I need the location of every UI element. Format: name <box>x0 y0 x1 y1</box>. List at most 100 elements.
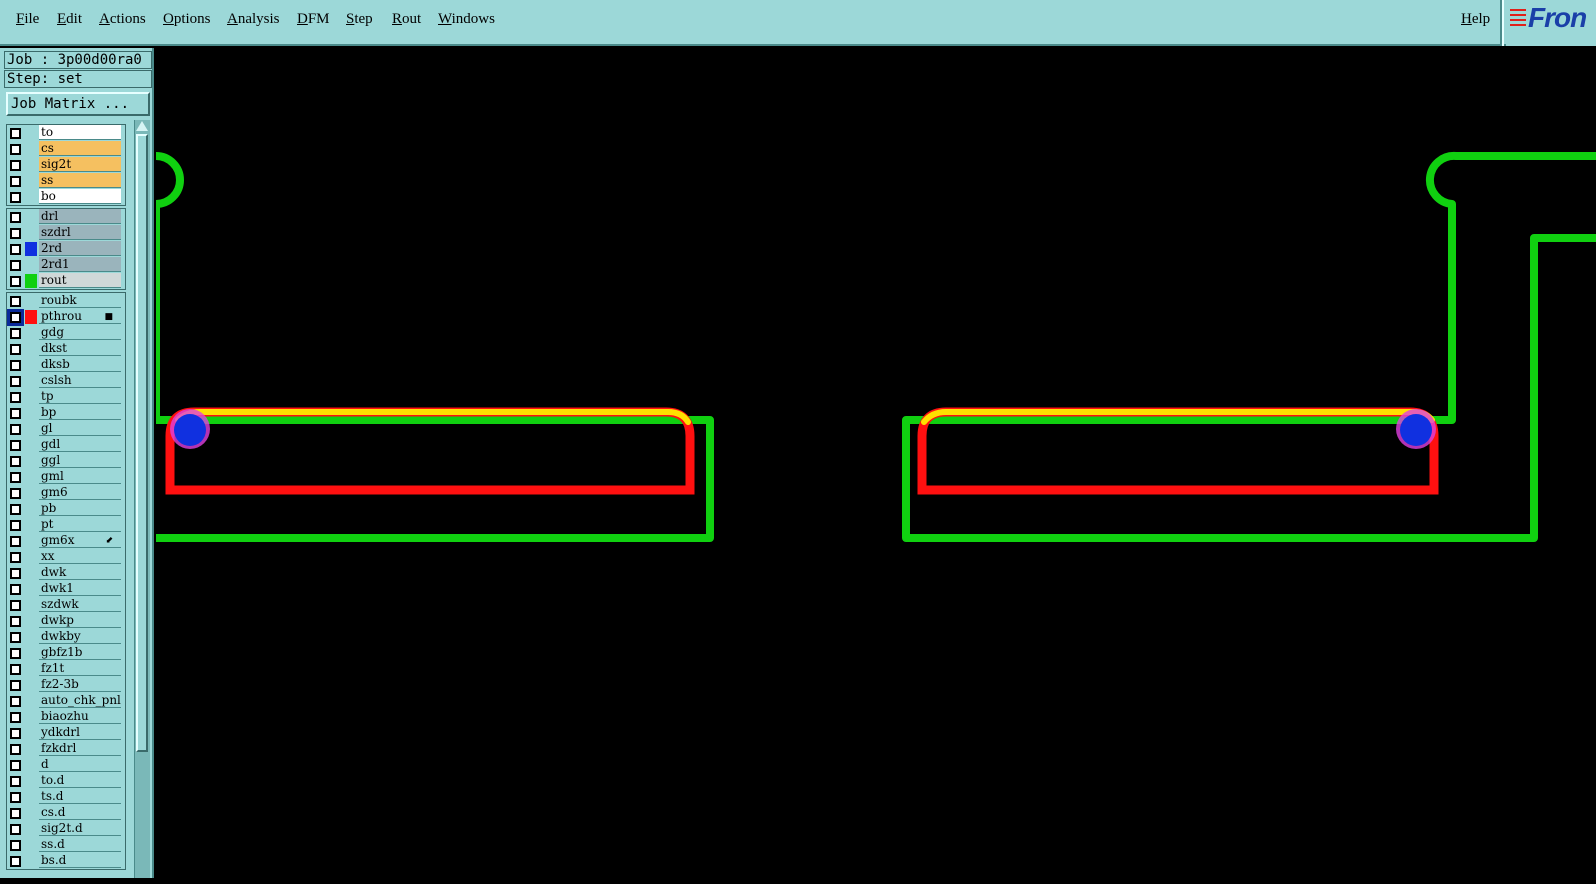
layer-color-swatch[interactable] <box>25 630 37 644</box>
layer-row[interactable]: ss.d <box>6 837 126 853</box>
layer-row[interactable]: fz1t <box>6 661 126 677</box>
layer-name[interactable]: xx <box>39 549 121 564</box>
layer-color-swatch[interactable] <box>25 258 37 272</box>
layer-color-swatch[interactable] <box>25 174 37 188</box>
layer-name[interactable]: d <box>39 757 121 772</box>
layer-checkbox[interactable] <box>10 376 21 387</box>
layer-color-swatch[interactable] <box>25 310 37 324</box>
layer-name[interactable]: ss <box>39 173 121 188</box>
layer-name[interactable]: gdg <box>39 325 121 340</box>
layer-checkbox[interactable] <box>10 212 21 223</box>
layer-name[interactable]: sig2t.d <box>39 821 121 836</box>
layer-checkbox[interactable] <box>10 160 21 171</box>
layer-checkbox[interactable] <box>10 472 21 483</box>
layer-name[interactable]: gml <box>39 469 121 484</box>
layer-color-swatch[interactable] <box>25 598 37 612</box>
layer-color-swatch[interactable] <box>25 342 37 356</box>
layer-name[interactable]: bs.d <box>39 853 121 868</box>
layer-color-swatch[interactable] <box>25 142 37 156</box>
layer-name[interactable]: pb <box>39 501 121 516</box>
layer-row[interactable]: bp <box>6 405 126 421</box>
layer-color-swatch[interactable] <box>25 470 37 484</box>
menu-help[interactable]: Help <box>1461 11 1490 28</box>
layer-checkbox[interactable] <box>10 244 21 255</box>
layer-color-swatch[interactable] <box>25 614 37 628</box>
layer-color-swatch[interactable] <box>25 226 37 240</box>
layer-checkbox[interactable] <box>10 616 21 627</box>
layer-row[interactable]: ss <box>6 173 126 189</box>
layer-checkbox[interactable] <box>10 776 21 787</box>
layer-checkbox[interactable] <box>10 192 21 203</box>
layer-checkbox[interactable] <box>7 309 24 326</box>
layer-color-swatch[interactable] <box>25 454 37 468</box>
layer-checkbox[interactable] <box>10 360 21 371</box>
layer-checkbox[interactable] <box>10 680 21 691</box>
layer-name[interactable]: dwk1 <box>39 581 121 596</box>
layer-name[interactable]: ydkdrl <box>39 725 121 740</box>
layer-row[interactable]: gl <box>6 421 126 437</box>
layer-checkbox[interactable] <box>10 520 21 531</box>
layer-row[interactable]: cslsh <box>6 373 126 389</box>
layer-row[interactable]: dwk1 <box>6 581 126 597</box>
layer-name[interactable]: rout <box>39 273 121 288</box>
layer-name[interactable]: auto_chk_pnl <box>39 693 121 708</box>
layer-checkbox[interactable] <box>10 128 21 139</box>
layer-row[interactable]: sig2t.d <box>6 821 126 837</box>
layer-row[interactable]: gm6 <box>6 485 126 501</box>
layer-row[interactable]: bs.d <box>6 853 126 869</box>
graphics-canvas[interactable] <box>156 48 1596 878</box>
layer-row[interactable]: fz2-3b <box>6 677 126 693</box>
layer-checkbox[interactable] <box>10 260 21 271</box>
layer-name[interactable]: gm6 <box>39 485 121 500</box>
layer-row[interactable]: tp <box>6 389 126 405</box>
layer-checkbox[interactable] <box>10 600 21 611</box>
layer-row[interactable]: pt <box>6 517 126 533</box>
layer-color-swatch[interactable] <box>25 534 37 548</box>
layer-name[interactable]: fzkdrl <box>39 741 121 756</box>
layer-row[interactable]: ts.d <box>6 789 126 805</box>
layer-checkbox[interactable] <box>10 664 21 675</box>
layer-checkbox[interactable] <box>10 632 21 643</box>
layer-name[interactable]: cs.d <box>39 805 121 820</box>
layer-color-swatch[interactable] <box>25 158 37 172</box>
layer-name[interactable]: to <box>39 125 121 140</box>
layer-name[interactable]: szdwk <box>39 597 121 612</box>
layer-color-swatch[interactable] <box>25 518 37 532</box>
layer-checkbox[interactable] <box>10 584 21 595</box>
layer-color-swatch[interactable] <box>25 710 37 724</box>
layer-row[interactable]: d <box>6 757 126 773</box>
layer-name[interactable]: ggl <box>39 453 121 468</box>
layer-checkbox[interactable] <box>10 568 21 579</box>
layer-checkbox[interactable] <box>10 728 21 739</box>
layer-row[interactable]: dwkp <box>6 613 126 629</box>
layer-checkbox[interactable] <box>10 792 21 803</box>
layer-checkbox[interactable] <box>10 392 21 403</box>
layer-name[interactable]: dwk <box>39 565 121 580</box>
layer-row[interactable]: sig2t <box>6 157 126 173</box>
layer-row[interactable]: gdg <box>6 325 126 341</box>
menu-rout[interactable]: Rout <box>392 11 421 28</box>
layer-checkbox[interactable] <box>10 840 21 851</box>
layer-row[interactable]: dwk <box>6 565 126 581</box>
layer-checkbox[interactable] <box>10 424 21 435</box>
scroll-up-arrow-icon[interactable] <box>136 121 148 131</box>
layer-color-swatch[interactable] <box>25 486 37 500</box>
layer-name[interactable]: gbfz1b <box>39 645 121 660</box>
layer-color-swatch[interactable] <box>25 694 37 708</box>
layer-name[interactable]: pt <box>39 517 121 532</box>
layer-name[interactable]: dkst <box>39 341 121 356</box>
layer-color-swatch[interactable] <box>25 550 37 564</box>
layer-row[interactable]: to <box>6 125 126 141</box>
layer-color-swatch[interactable] <box>25 326 37 340</box>
layer-name[interactable]: roubk <box>39 293 121 308</box>
layer-color-swatch[interactable] <box>25 406 37 420</box>
layer-color-swatch[interactable] <box>25 438 37 452</box>
layer-color-swatch[interactable] <box>25 726 37 740</box>
menu-analysis[interactable]: Analysis <box>227 11 280 28</box>
layer-row[interactable]: pb <box>6 501 126 517</box>
layer-list-scrollbar[interactable] <box>134 120 150 878</box>
layer-checkbox[interactable] <box>10 648 21 659</box>
layer-checkbox[interactable] <box>10 712 21 723</box>
layer-checkbox[interactable] <box>10 552 21 563</box>
layer-checkbox[interactable] <box>10 228 21 239</box>
